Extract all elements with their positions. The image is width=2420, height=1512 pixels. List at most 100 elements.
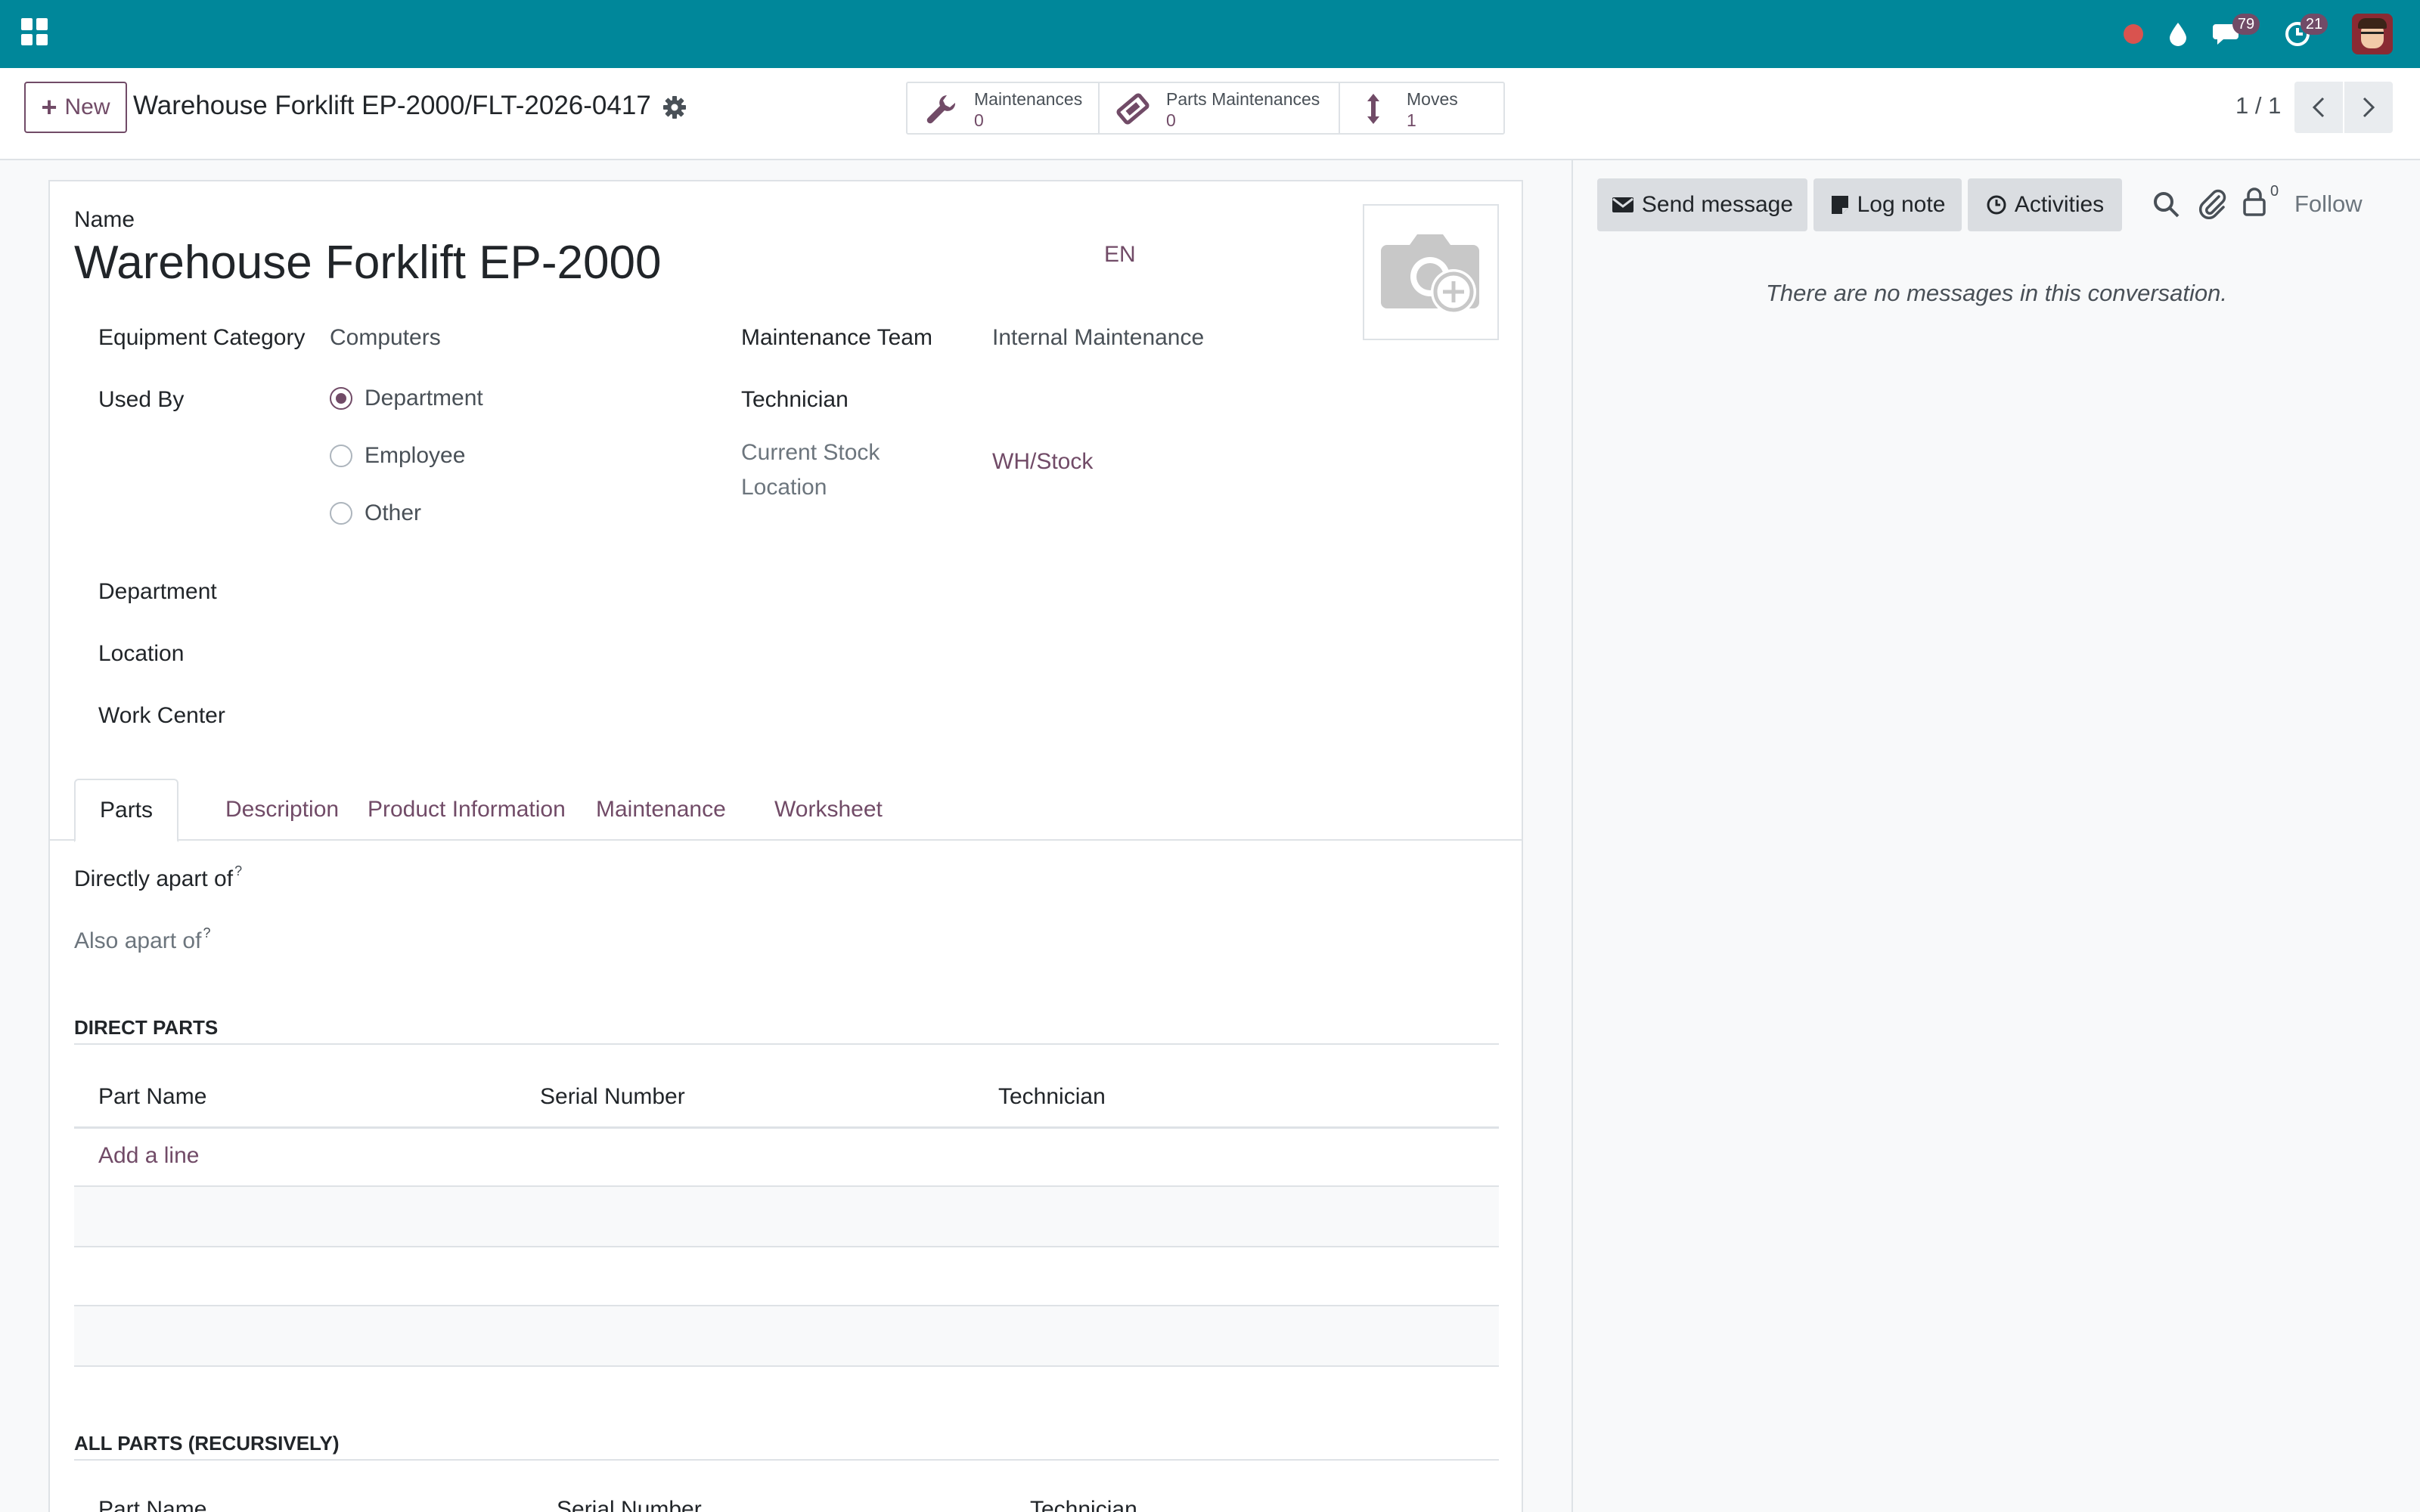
- directly-apart-of-field[interactable]: [330, 860, 1464, 897]
- table-row: [74, 1306, 1499, 1365]
- location-label: Location: [98, 641, 185, 666]
- user-avatar[interactable]: [2352, 14, 2393, 54]
- column-header-part-name[interactable]: Part Name: [98, 1084, 206, 1110]
- new-button-label: New: [64, 94, 110, 119]
- current-stock-location-label: Current Stock Location: [741, 440, 880, 500]
- section-divider: [74, 1459, 1499, 1461]
- vertical-arrows-icon: [1367, 94, 1379, 124]
- smart-button-count: 1: [1407, 110, 1416, 130]
- smart-buttons: Maintenances 0 Parts Maintenances 0 Move…: [906, 82, 1505, 135]
- gear-icon[interactable]: [662, 95, 687, 119]
- envelope-icon: [1612, 197, 1634, 212]
- activities-clock-icon[interactable]: 21: [2281, 14, 2328, 53]
- directly-apart-of-label: Directly apart of?: [74, 863, 243, 891]
- help-tooltip-icon[interactable]: ?: [203, 925, 210, 940]
- work-center-label: Work Center: [98, 703, 225, 728]
- maintenance-team-field[interactable]: Internal Maintenance: [992, 325, 1204, 351]
- used-by-option-department[interactable]: Department: [330, 386, 483, 411]
- equipment-category-field[interactable]: Computers: [330, 325, 441, 351]
- lock-icon: [2243, 187, 2266, 216]
- pager-next-button[interactable]: [2344, 82, 2393, 133]
- location-field[interactable]: [330, 635, 708, 671]
- pager-value[interactable]: 1 / 1: [2235, 92, 2281, 119]
- tab-description[interactable]: Description: [201, 779, 363, 841]
- also-apart-of-label: Also apart of?: [74, 925, 211, 953]
- column-header-serial-number[interactable]: Serial Number: [557, 1497, 702, 1512]
- radio-option-label: Employee: [365, 443, 466, 468]
- odoobot-drop-icon[interactable]: [2164, 15, 2192, 53]
- send-message-label: Send message: [1641, 192, 1794, 217]
- smart-button-label: Parts Maintenances: [1166, 89, 1320, 109]
- activities-label: Activities: [2014, 192, 2105, 217]
- maintenances-smart-button[interactable]: Maintenances 0: [908, 83, 1100, 133]
- recording-indicator-icon[interactable]: [2122, 15, 2145, 53]
- all-parts-section-title: ALL PARTS (RECURSIVELY): [74, 1432, 340, 1455]
- table-row: [74, 1247, 1499, 1305]
- current-stock-location-link[interactable]: WH/Stock: [992, 449, 1093, 475]
- department-label: Department: [98, 579, 217, 604]
- column-header-part-name[interactable]: Part Name: [98, 1497, 206, 1512]
- wrench-icon: [926, 95, 956, 124]
- name-input[interactable]: Warehouse Forklift EP-2000: [74, 236, 661, 290]
- empty-conversation-text: There are no messages in this conversati…: [1766, 280, 2227, 306]
- followers-count: 0: [2270, 183, 2279, 200]
- log-note-button[interactable]: Log note: [1813, 178, 1962, 231]
- record-breadcrumb-title: Warehouse Forklift EP-2000/FLT-2026-0417: [133, 91, 651, 120]
- smart-button-count: 0: [974, 110, 984, 130]
- follow-button[interactable]: Follow: [2294, 191, 2363, 218]
- note-icon: [1831, 196, 1848, 214]
- tab-product-information[interactable]: Product Information: [343, 779, 590, 841]
- parts-maintenances-smart-button[interactable]: Parts Maintenances 0: [1100, 83, 1340, 133]
- smart-button-label: Moves: [1407, 89, 1458, 109]
- column-header-serial-number[interactable]: Serial Number: [540, 1084, 685, 1110]
- column-header-technician[interactable]: Technician: [1030, 1497, 1137, 1512]
- technician-field[interactable]: [992, 380, 1340, 416]
- radio-checked-icon: [330, 387, 352, 410]
- form-sheet: Name Warehouse Forklift EP-2000 EN Equip…: [48, 180, 1523, 1512]
- add-a-line-link[interactable]: Add a line: [98, 1143, 199, 1169]
- radio-unchecked-icon: [330, 502, 352, 525]
- messages-badge: 79: [2232, 14, 2260, 35]
- log-note-label: Log note: [1857, 192, 1946, 217]
- help-tooltip-icon[interactable]: ?: [234, 863, 242, 878]
- radio-unchecked-icon: [330, 445, 352, 467]
- image-upload-field[interactable]: [1363, 204, 1499, 340]
- used-by-label: Used By: [98, 387, 185, 412]
- control-panel: + New Warehouse Forklift EP-2000/FLT-202…: [0, 68, 2420, 160]
- used-by-option-other[interactable]: Other: [330, 500, 421, 526]
- smart-button-label: Maintenances: [974, 89, 1083, 109]
- messages-icon[interactable]: 79: [2211, 14, 2260, 53]
- form-tabs: Parts Description Product Information Ma…: [50, 779, 1522, 842]
- moves-smart-button[interactable]: Moves 1: [1340, 83, 1503, 133]
- language-toggle[interactable]: EN: [1104, 242, 1136, 268]
- send-message-button[interactable]: Send message: [1597, 178, 1807, 231]
- work-center-field[interactable]: [330, 697, 708, 733]
- direct-parts-section-title: DIRECT PARTS: [74, 1016, 219, 1039]
- column-header-technician[interactable]: Technician: [998, 1084, 1106, 1110]
- activities-button[interactable]: Activities: [1968, 178, 2122, 231]
- smart-button-count: 0: [1166, 110, 1176, 130]
- pager-previous-button[interactable]: [2294, 82, 2343, 133]
- department-field[interactable]: [330, 573, 708, 609]
- new-record-button[interactable]: + New: [24, 82, 127, 133]
- chevron-left-icon: [2312, 97, 2325, 118]
- ticket-icon: [1116, 93, 1150, 125]
- radio-option-label: Department: [365, 386, 483, 411]
- camera-plus-icon: [1381, 234, 1479, 314]
- table-row: [74, 1187, 1499, 1246]
- followers-button[interactable]: 0: [2242, 183, 2285, 221]
- name-label: Name: [74, 207, 135, 232]
- search-icon[interactable]: [2151, 189, 2181, 219]
- equipment-category-label: Equipment Category: [98, 325, 306, 350]
- paperclip-icon[interactable]: [2198, 189, 2228, 219]
- tab-parts[interactable]: Parts: [74, 779, 179, 842]
- used-by-option-employee[interactable]: Employee: [330, 443, 465, 469]
- tab-worksheet[interactable]: Worksheet: [750, 779, 907, 841]
- table-header-divider: [74, 1126, 1499, 1129]
- plus-icon: +: [41, 91, 57, 122]
- technician-label: Technician: [741, 387, 849, 412]
- section-divider: [74, 1043, 1499, 1045]
- apps-menu-icon[interactable]: [21, 18, 48, 45]
- tab-maintenance[interactable]: Maintenance: [572, 779, 750, 841]
- activities-badge: 21: [2301, 14, 2328, 35]
